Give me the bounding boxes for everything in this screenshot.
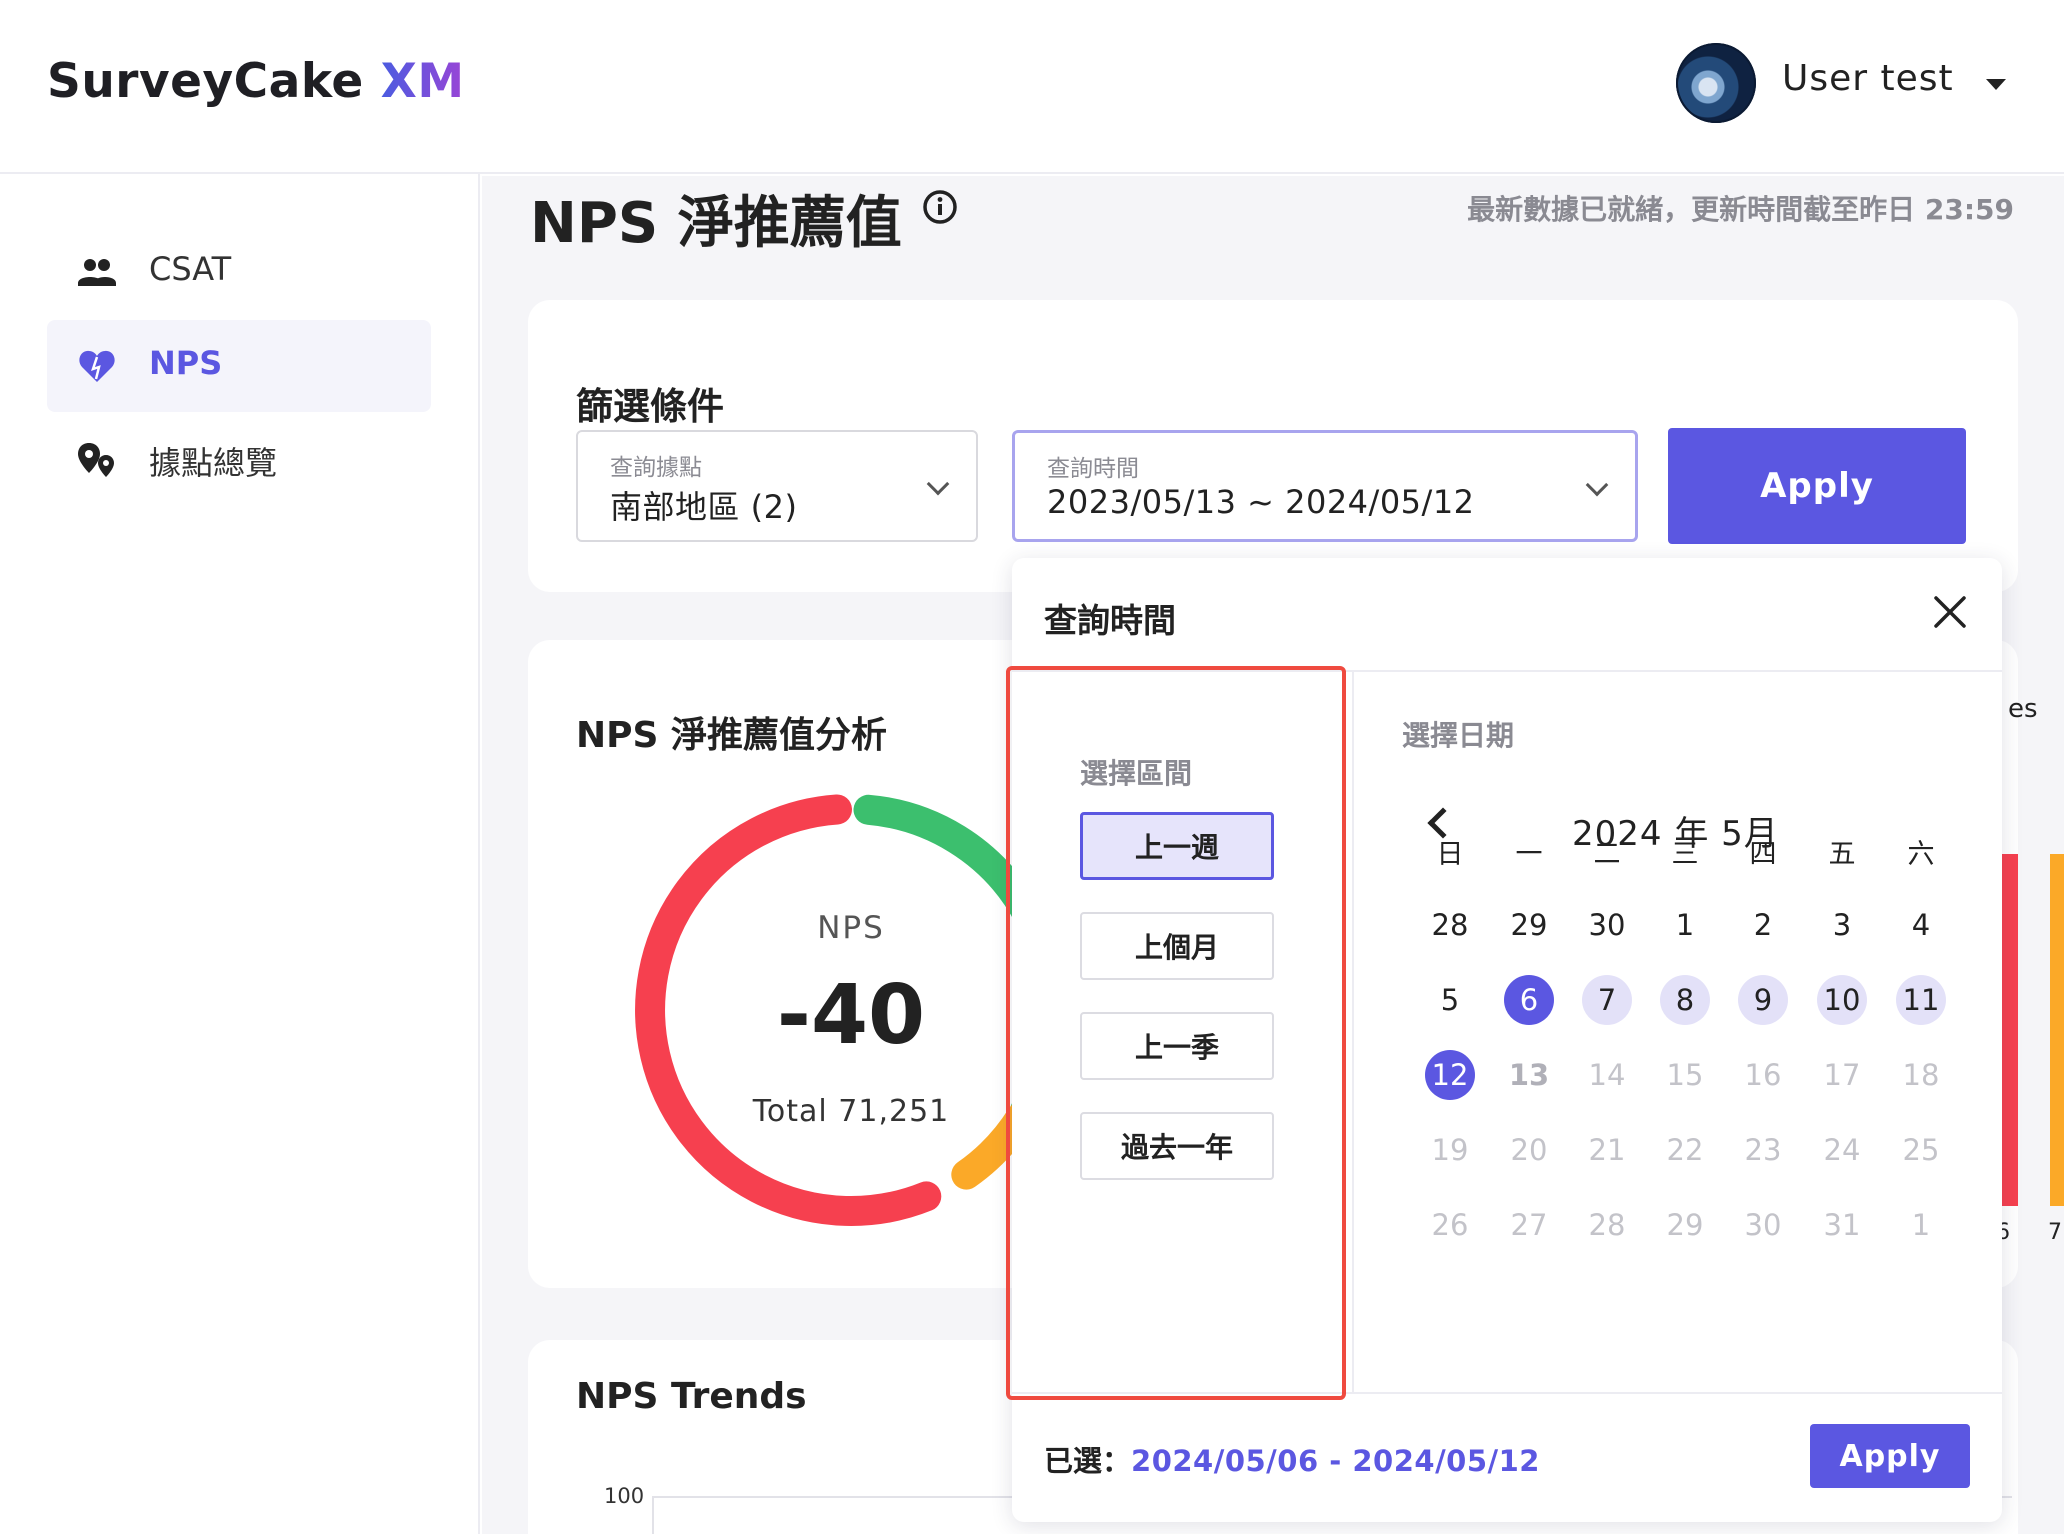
- calendar-day: 27: [1510, 1208, 1548, 1242]
- sidebar-item-label: 據點總覽: [149, 444, 278, 482]
- calendar-day: 17: [1823, 1058, 1861, 1092]
- calendar-day[interactable]: 2: [1738, 900, 1788, 950]
- calendar-day: 25: [1902, 1133, 1940, 1167]
- people-icon: [78, 259, 116, 286]
- map-pin-icon: [78, 443, 114, 477]
- weekday-label: 四: [1749, 838, 1777, 870]
- apply-date-button[interactable]: Apply: [1810, 1424, 1970, 1488]
- calendar-day: 18: [1902, 1058, 1940, 1092]
- sidebar-item-label: CSAT: [149, 250, 232, 288]
- page-title: NPS 淨推薦值: [530, 191, 902, 256]
- logo-text: SurveyCake: [47, 54, 364, 109]
- chart-bar-passive: [2050, 854, 2064, 1206]
- weekday-label: 一: [1515, 838, 1543, 870]
- calendar-day: 28: [1588, 1208, 1626, 1242]
- sidebar-item-csat[interactable]: CSAT: [47, 226, 431, 318]
- weekday-label: 三: [1671, 838, 1699, 870]
- app-logo[interactable]: SurveyCake XM: [47, 54, 465, 109]
- calendar-day: 29: [1666, 1208, 1704, 1242]
- selected-prefix: 已選：: [1044, 1444, 1132, 1478]
- y-axis-line: [652, 1496, 654, 1534]
- analysis-title: NPS 淨推薦值分析: [576, 715, 887, 756]
- calendar-day[interactable]: 3: [1817, 900, 1867, 950]
- weekday-label: 六: [1907, 838, 1935, 870]
- legend-fragment: es: [2008, 694, 2038, 724]
- caret-down-icon[interactable]: [1986, 79, 2006, 90]
- calendar-day: 15: [1666, 1058, 1704, 1092]
- range-last-quarter-button[interactable]: 上一季: [1080, 1012, 1274, 1080]
- calendar-day[interactable]: 11: [1896, 975, 1946, 1025]
- calendar-day: 1: [1911, 1208, 1931, 1242]
- range-past-year-button[interactable]: 過去一年: [1080, 1112, 1274, 1180]
- calendar-day: 22: [1666, 1133, 1704, 1167]
- top-header: SurveyCake XM User test: [0, 0, 2064, 174]
- close-icon[interactable]: [1932, 594, 1968, 630]
- calendar-day: 13: [1508, 1058, 1550, 1092]
- sidebar-item-locations[interactable]: 據點總覽: [47, 414, 431, 506]
- range-last-week-button[interactable]: 上一週: [1080, 812, 1274, 880]
- calendar-day: 16: [1744, 1058, 1782, 1092]
- calendar-day[interactable]: 9: [1738, 975, 1788, 1025]
- weekday-label: 五: [1828, 838, 1856, 870]
- calendar-day[interactable]: 1: [1660, 900, 1710, 950]
- sidebar: CSAT NPS 據點總覽: [0, 174, 480, 1534]
- chart-tick-label: 7: [2048, 1220, 2062, 1245]
- calendar-day: 30: [1744, 1208, 1782, 1242]
- location-select[interactable]: 查詢據點 南部地區 (2): [576, 430, 978, 542]
- weekday-label: 二: [1593, 838, 1621, 870]
- calendar-day[interactable]: 5: [1425, 975, 1475, 1025]
- selected-summary: 已選：2024/05/06 - 2024/05/12: [1044, 1438, 1540, 1480]
- y-axis-tick: 100: [604, 1484, 645, 1508]
- calendar-day: 14: [1588, 1058, 1626, 1092]
- info-icon[interactable]: [922, 189, 958, 225]
- calendar-day: 21: [1588, 1133, 1626, 1167]
- calendar-day[interactable]: 8: [1660, 975, 1710, 1025]
- sidebar-item-label: NPS: [149, 344, 223, 382]
- calendar-day[interactable]: 30: [1582, 900, 1632, 950]
- weekday-label: 日: [1436, 838, 1464, 870]
- trends-title: NPS Trends: [576, 1376, 807, 1417]
- calendar-day[interactable]: 29: [1504, 900, 1554, 950]
- divider: [1352, 672, 1354, 1392]
- calendar-day: 31: [1823, 1208, 1861, 1242]
- sidebar-item-nps[interactable]: NPS: [47, 320, 431, 412]
- calendar-day: 26: [1431, 1208, 1469, 1242]
- chart-bar-detractor: [2000, 854, 2018, 1206]
- calendar-day: 24: [1823, 1133, 1861, 1167]
- avatar[interactable]: [1676, 43, 1756, 123]
- calendar-day[interactable]: 6: [1504, 975, 1554, 1025]
- time-select[interactable]: 查詢時間 2023/05/13 ~ 2024/05/12: [1012, 430, 1638, 542]
- calendar-day: 20: [1510, 1133, 1548, 1167]
- calendar-day[interactable]: 28: [1425, 900, 1475, 950]
- time-label: 查詢時間: [1047, 456, 1139, 482]
- chevron-down-icon: [926, 472, 950, 496]
- calendar-heading: 選擇日期: [1402, 719, 1515, 752]
- calendar-day: 23: [1744, 1133, 1782, 1167]
- popover-title: 查詢時間: [1044, 601, 1176, 640]
- range-panel: 選擇區間 上一週 上個月 上一季 過去一年: [1006, 666, 1346, 1400]
- selected-range: 2024/05/06 - 2024/05/12: [1131, 1444, 1540, 1478]
- calendar-day[interactable]: 7: [1582, 975, 1632, 1025]
- user-name[interactable]: User test: [1782, 58, 1954, 99]
- chevron-down-icon: [1585, 473, 1609, 497]
- location-label: 查詢據點: [610, 455, 702, 481]
- calendar-day[interactable]: 4: [1896, 900, 1946, 950]
- apply-button[interactable]: Apply: [1668, 428, 1966, 544]
- time-value: 2023/05/13 ~ 2024/05/12: [1047, 483, 1475, 521]
- calendar-day[interactable]: 10: [1817, 975, 1867, 1025]
- logo-accent: XM: [380, 54, 465, 109]
- range-last-month-button[interactable]: 上個月: [1080, 912, 1274, 980]
- calendar-day: 19: [1431, 1133, 1469, 1167]
- location-value: 南部地區 (2): [610, 488, 798, 526]
- date-popover: 查詢時間 選擇區間 上一週 上個月 上一季 過去一年 選擇日期 2024 年 5…: [1006, 558, 2002, 1522]
- range-heading: 選擇區間: [1080, 757, 1193, 790]
- calendar-day[interactable]: 12: [1425, 1050, 1475, 1100]
- filter-title: 篩選條件: [576, 385, 724, 428]
- update-note: 最新數據已就緒，更新時間截至昨日 23:59: [1467, 193, 2014, 226]
- heart-icon: [79, 350, 115, 382]
